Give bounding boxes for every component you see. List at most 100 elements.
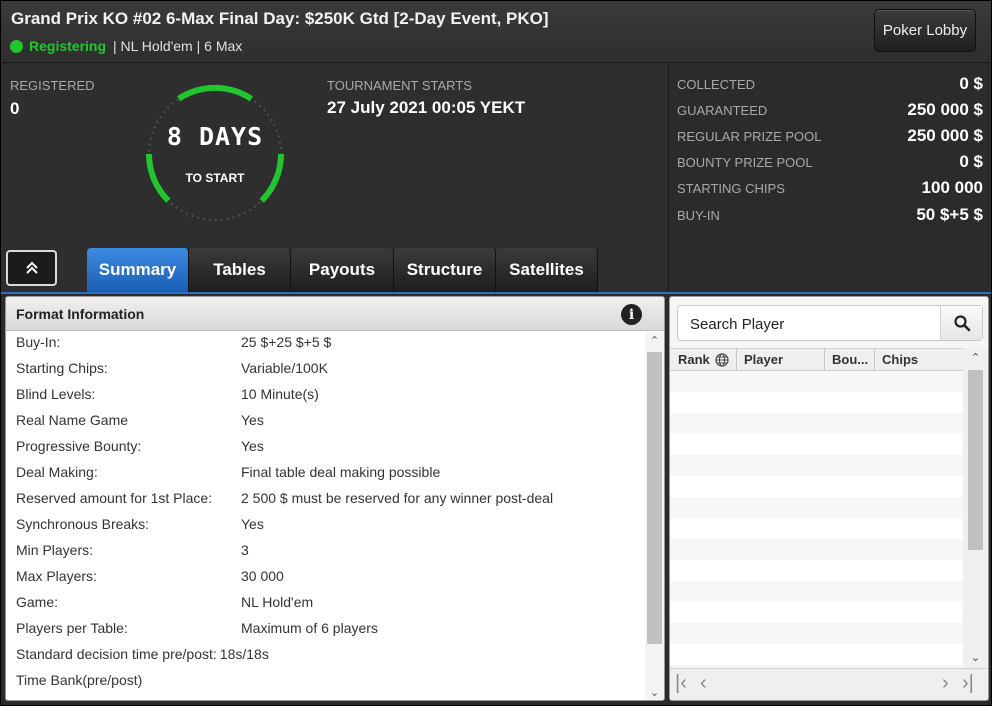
format-value: Maximum of 6 players xyxy=(241,620,378,636)
stat-row-buy-in: BUY-IN 50 $+5 $ xyxy=(677,205,983,225)
format-row: Real Name Game Yes xyxy=(16,412,264,438)
search-icon xyxy=(953,315,970,332)
double-chevron-up-icon xyxy=(25,261,38,274)
countdown-subtitle: TO START xyxy=(185,171,245,185)
column-player[interactable]: Player xyxy=(744,352,783,367)
info-icon[interactable]: i xyxy=(621,304,642,325)
registration-status: Registering xyxy=(29,38,107,54)
scroll-down-icon[interactable]: ⌄ xyxy=(963,648,988,668)
search-player-input[interactable]: Search Player xyxy=(690,316,784,333)
table-row[interactable] xyxy=(670,434,964,455)
players-table-header: Rank Player Bou... Chips xyxy=(670,348,970,371)
format-scrollbar[interactable]: ⌃ ⌄ xyxy=(645,332,664,700)
format-value: Final table deal making possible xyxy=(241,464,441,480)
scroll-up-icon[interactable]: ⌃ xyxy=(963,348,988,368)
tab-tables[interactable]: Tables xyxy=(189,248,291,292)
table-row[interactable] xyxy=(670,560,964,581)
format-key: Standard decision time pre/post: xyxy=(16,646,217,662)
scrollbar-thumb[interactable] xyxy=(968,370,983,550)
search-player-field[interactable]: Search Player xyxy=(677,305,983,341)
stat-row-starting-chips: STARTING CHIPS 100 000 xyxy=(677,178,983,198)
format-value: NL Hold'em xyxy=(241,594,314,610)
table-row[interactable] xyxy=(670,518,964,539)
format-row: Synchronous Breaks: Yes xyxy=(16,516,264,542)
format-row: Standard decision time pre/post: 18s/18s xyxy=(16,646,269,672)
column-chips[interactable]: Chips xyxy=(882,352,918,367)
table-row[interactable] xyxy=(670,476,964,497)
format-value: Yes xyxy=(241,516,264,532)
table-row[interactable] xyxy=(670,644,964,665)
stat-row-collected: COLLECTED 0 $ xyxy=(677,74,983,94)
countdown-days: 8 DAYS xyxy=(166,122,264,151)
table-row[interactable] xyxy=(670,623,964,644)
poker-lobby-button[interactable]: Poker Lobby xyxy=(874,9,976,52)
globe-icon[interactable] xyxy=(715,353,729,367)
format-header: Format Information i xyxy=(6,297,664,331)
column-rank[interactable]: Rank xyxy=(678,352,710,367)
table-row[interactable] xyxy=(670,497,964,518)
stat-value: 50 $+5 $ xyxy=(916,205,983,224)
format-key: Real Name Game xyxy=(16,412,129,428)
format-information-panel: Format Information i Buy-In: 25 $+25 $+5 … xyxy=(5,296,665,701)
format-key: Buy-In: xyxy=(16,334,61,350)
table-row[interactable] xyxy=(670,371,964,392)
stat-value: 0 $ xyxy=(959,152,983,171)
format-value: 2 500 $ must be reserved for any winner … xyxy=(241,490,554,506)
players-panel: Search Player Rank Player Bou... Chips ⌃… xyxy=(669,296,989,701)
stat-label: STARTING CHIPS xyxy=(677,181,785,196)
table-row[interactable] xyxy=(670,539,964,560)
previous-page-icon[interactable]: ‹ xyxy=(700,672,707,695)
table-row[interactable] xyxy=(670,392,964,413)
tab-bar: Summary Tables Payouts Structure Satelli… xyxy=(87,248,598,292)
first-page-icon[interactable]: |‹ xyxy=(675,672,687,695)
scroll-up-icon[interactable]: ⌃ xyxy=(645,332,664,350)
search-button[interactable] xyxy=(940,306,982,340)
format-row: Min Players: 3 xyxy=(16,542,249,568)
table-row[interactable] xyxy=(670,455,964,476)
stat-value: 0 $ xyxy=(959,74,983,93)
format-row: Buy-In: 25 $+25 $+5 $ xyxy=(16,334,331,360)
format-row: Blind Levels: 10 Minute(s) xyxy=(16,386,319,412)
tournament-title: Grand Prix KO #02 6-Max Final Day: $250K… xyxy=(11,9,549,28)
tab-underline xyxy=(1,292,991,294)
table-row[interactable] xyxy=(670,602,964,623)
countdown-ring xyxy=(145,84,285,221)
tournament-starts-label: TOURNAMENT STARTS xyxy=(327,78,472,93)
format-key: Time Bank(pre/post) xyxy=(16,672,143,688)
last-page-icon[interactable]: ›| xyxy=(962,672,974,695)
registered-label: REGISTERED xyxy=(10,78,95,93)
format-row: Time Bank(pre/post) xyxy=(16,672,241,698)
status-dot-icon xyxy=(10,39,23,53)
format-value: Yes xyxy=(241,412,264,428)
format-value: 18s/18s xyxy=(219,646,269,662)
stat-value: 250 000 $ xyxy=(907,100,983,119)
prize-stats-panel: COLLECTED 0 $ GUARANTEED 250 000 $ REGUL… xyxy=(668,64,991,292)
format-list: Buy-In: 25 $+25 $+5 $ Starting Chips: Vari… xyxy=(6,332,646,700)
format-row: Starting Chips: Variable/100K xyxy=(16,360,328,386)
registered-value: 0 xyxy=(10,99,20,118)
next-page-icon[interactable]: › xyxy=(942,672,949,695)
table-row[interactable] xyxy=(670,413,964,434)
tab-payouts[interactable]: Payouts xyxy=(291,248,394,292)
collapse-header-button[interactable] xyxy=(6,250,57,286)
format-key: Max Players: xyxy=(16,568,97,584)
format-title: Format Information xyxy=(16,306,145,322)
format-row: Deal Making: Final table deal making poss… xyxy=(16,464,440,490)
format-key: Progressive Bounty: xyxy=(16,438,142,454)
column-bounty[interactable]: Bou... xyxy=(832,352,868,367)
format-value: 25 $+25 $+5 $ xyxy=(241,334,332,350)
scrollbar-thumb[interactable] xyxy=(647,352,662,644)
players-scrollbar[interactable]: ⌃ ⌄ xyxy=(963,348,988,668)
stat-label: COLLECTED xyxy=(677,77,756,92)
format-key: Blind Levels: xyxy=(16,386,96,402)
game-meta: | NL Hold'em | 6 Max xyxy=(113,38,243,54)
tab-summary[interactable]: Summary xyxy=(87,248,189,292)
tab-satellites[interactable]: Satellites xyxy=(496,248,598,292)
stat-value: 250 000 $ xyxy=(907,126,983,145)
format-key: Min Players: xyxy=(16,542,94,558)
table-row[interactable] xyxy=(670,581,964,602)
players-list xyxy=(670,371,964,668)
scroll-down-icon[interactable]: ⌄ xyxy=(645,684,664,700)
tab-structure[interactable]: Structure xyxy=(394,248,496,292)
tournament-starts-value: 27 July 2021 00:05 YEKT xyxy=(327,98,526,117)
